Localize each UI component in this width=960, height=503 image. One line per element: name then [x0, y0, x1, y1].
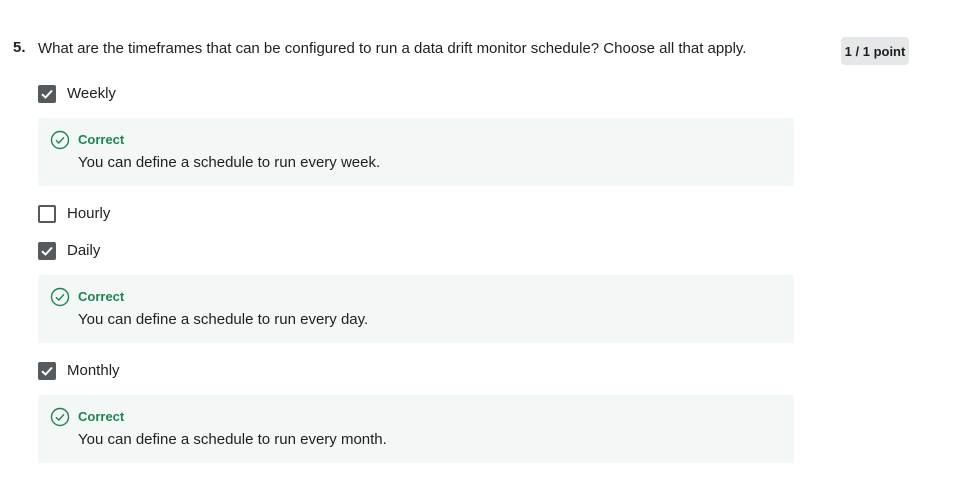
- check-circle-icon: [50, 407, 70, 427]
- feedback-panel: Correct You can define a schedule to run…: [38, 275, 794, 343]
- checkbox-checked-icon[interactable]: [38, 242, 56, 260]
- option-daily[interactable]: Daily: [38, 241, 100, 261]
- feedback-panel: Correct You can define a schedule to run…: [38, 118, 794, 186]
- question-number: 5.: [13, 39, 26, 56]
- question-text: What are the timeframes that can be conf…: [38, 40, 747, 57]
- option-monthly[interactable]: Monthly: [38, 361, 120, 381]
- option-label: Monthly: [67, 362, 120, 379]
- feedback-title: Correct: [78, 409, 125, 424]
- feedback-text: You can define a schedule to run every w…: [78, 154, 381, 171]
- checkbox-checked-icon[interactable]: [38, 362, 56, 380]
- option-hourly[interactable]: Hourly: [38, 204, 110, 224]
- checkbox-checked-icon[interactable]: [38, 85, 56, 103]
- check-circle-icon: [50, 287, 70, 307]
- feedback-title: Correct: [78, 132, 125, 147]
- option-weekly[interactable]: Weekly: [38, 84, 116, 104]
- feedback-title: Correct: [78, 289, 125, 304]
- option-label: Weekly: [67, 85, 116, 102]
- feedback-text: You can define a schedule to run every d…: [78, 311, 369, 328]
- option-label: Daily: [67, 242, 101, 259]
- option-label: Hourly: [67, 205, 111, 222]
- checkbox-unchecked-icon[interactable]: [38, 205, 56, 223]
- feedback-text: You can define a schedule to run every m…: [78, 431, 387, 448]
- check-circle-icon: [50, 130, 70, 150]
- score-badge: 1 / 1 point: [841, 37, 909, 65]
- feedback-panel: Correct You can define a schedule to run…: [38, 395, 794, 463]
